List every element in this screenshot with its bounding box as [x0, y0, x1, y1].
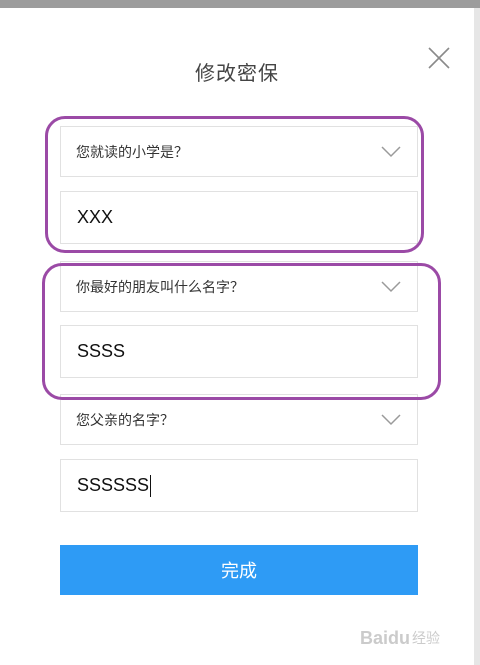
answer-1-input[interactable]: XXX	[60, 191, 418, 244]
answer-1-value: XXX	[77, 207, 114, 227]
answer-3-input[interactable]: SSSSSS	[60, 459, 418, 512]
chevron-down-icon	[381, 145, 401, 157]
done-button[interactable]: 完成	[60, 545, 418, 595]
dialog-title: 修改密保	[195, 61, 279, 85]
watermark-suffix: 经验	[412, 630, 441, 646]
question-2-label: 你最好的朋友叫什么名字？	[76, 279, 244, 296]
chevron-down-icon	[381, 280, 401, 292]
question-1-label: 您就读的小学是？	[76, 144, 188, 161]
watermark-brand: Baidu	[360, 627, 411, 648]
answer-3-value: SSSSSS	[77, 475, 150, 495]
question-3-select[interactable]: 您父亲的名字？	[60, 394, 418, 445]
question-1-select[interactable]: 您就读的小学是？	[60, 126, 418, 177]
answer-2-value: SSSS	[77, 341, 126, 361]
answer-2-input[interactable]: SSSS	[60, 325, 418, 378]
text-caret	[150, 474, 152, 497]
question-3-label: 您父亲的名字？	[76, 412, 174, 429]
security-question-dialog: 修改密保 您就读的小学是？ XXX 你最好的朋友叫什么名字？ SSSS 您父亲的…	[0, 8, 474, 665]
chevron-down-icon	[381, 413, 401, 425]
window-top-bar	[0, 0, 480, 8]
question-2-select[interactable]: 你最好的朋友叫什么名字？	[60, 261, 418, 312]
baidu-jingyan-watermark: Baidu 经验	[360, 618, 470, 658]
